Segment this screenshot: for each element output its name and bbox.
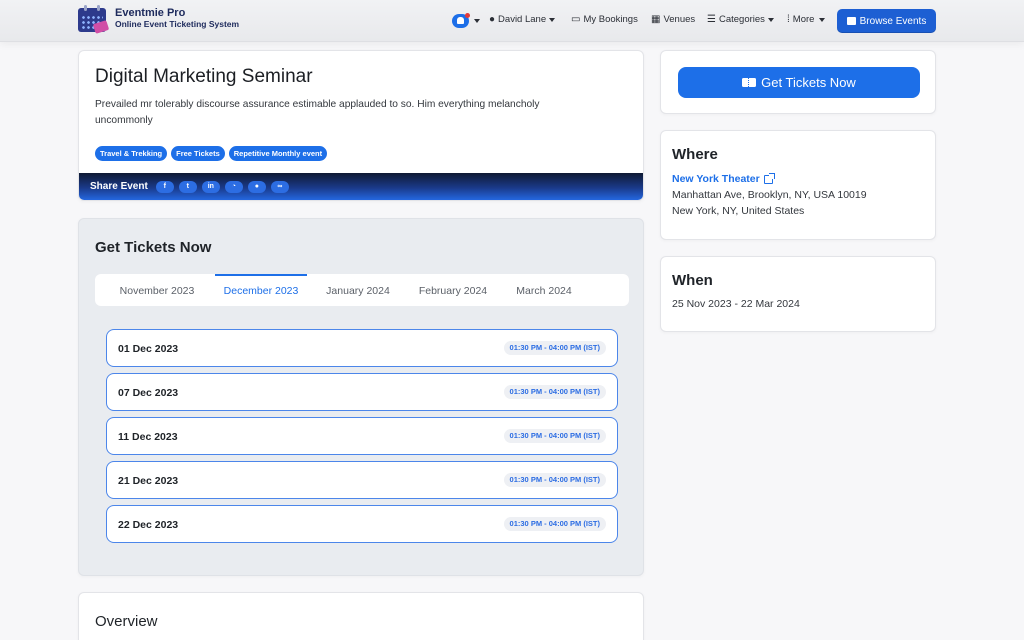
date-row[interactable]: 11 Dec 2023 01:30 PM - 04:00 PM (IST) xyxy=(106,417,618,455)
browse-events-button[interactable]: Browse Events xyxy=(837,9,936,33)
nav-categories-label: Categories xyxy=(718,14,765,25)
month-tabs: November 2023 December 2023 January 2024… xyxy=(95,274,629,306)
brand-name: Eventmie Pro xyxy=(115,7,186,19)
external-link-icon xyxy=(763,172,775,184)
date-row[interactable]: 21 Dec 2023 01:30 PM - 04:00 PM (IST) xyxy=(106,461,618,499)
facebook-icon[interactable]: f xyxy=(155,180,174,193)
brand-tagline: Online Event Ticketing System xyxy=(115,19,240,29)
nav-venues-label: Venues xyxy=(663,14,696,25)
tab-february-2024[interactable]: February 2024 xyxy=(407,274,499,306)
nav-categories[interactable]: ☰ Categories xyxy=(707,14,774,25)
event-date-range: 25 Nov 2023 - 22 Mar 2024 xyxy=(672,298,800,310)
brand-logo-link[interactable]: Eventmie Pro Online Event Ticketing Syst… xyxy=(78,4,239,34)
whatsapp-icon[interactable]: ◔ xyxy=(224,180,243,193)
address-line-1: Manhattan Ave, Brooklyn, NY, USA 10019 xyxy=(672,189,867,201)
browse-events-label: Browse Events xyxy=(859,15,927,27)
event-header-card: Digital Marketing Seminar Prevailed mr t… xyxy=(78,50,644,201)
tickets-section: Get Tickets Now November 2023 December 2… xyxy=(78,218,644,576)
tab-november-2023[interactable]: November 2023 xyxy=(103,274,211,306)
top-navbar: Eventmie Pro Online Event Ticketing Syst… xyxy=(0,0,1024,42)
tab-march-2024[interactable]: March 2024 xyxy=(505,274,583,306)
user-circle-icon: ● xyxy=(489,14,496,25)
date-label: 21 Dec 2023 xyxy=(118,475,179,487)
share-bar: Share Event f t in ◔ ● ∞ xyxy=(79,173,643,200)
get-tickets-now-button[interactable]: Get Tickets Now xyxy=(678,67,920,98)
list-icon: ☰ xyxy=(707,14,716,25)
nav-my-bookings[interactable]: ▭ My Bookings xyxy=(571,14,638,25)
time-badge: 01:30 PM - 04:00 PM (IST) xyxy=(503,473,606,487)
date-row[interactable]: 01 Dec 2023 01:30 PM - 04:00 PM (IST) xyxy=(106,329,618,367)
date-row[interactable]: 22 Dec 2023 01:30 PM - 04:00 PM (IST) xyxy=(106,505,618,543)
notifications-bell-icon[interactable] xyxy=(452,13,470,28)
share-event-label: Share Event xyxy=(90,181,148,192)
tag-badge[interactable]: Travel & Trekking xyxy=(95,146,168,161)
tickets-title: Get Tickets Now xyxy=(95,239,212,256)
chevron-down-icon xyxy=(767,17,774,22)
time-badge: 01:30 PM - 04:00 PM (IST) xyxy=(503,517,606,531)
venue-name: New York Theater xyxy=(672,173,760,185)
address-line-2: New York, NY, United States xyxy=(672,205,805,217)
reddit-icon[interactable]: ● xyxy=(247,180,266,193)
date-row[interactable]: 07 Dec 2023 01:30 PM - 04:00 PM (IST) xyxy=(106,373,618,411)
nav-more-label: More xyxy=(792,14,815,25)
ticket-icon xyxy=(742,78,757,87)
when-card: When 25 Nov 2023 - 22 Mar 2024 xyxy=(660,256,936,332)
calendar-ticket-logo-icon xyxy=(78,4,110,34)
event-title: Digital Marketing Seminar xyxy=(95,66,313,87)
when-title: When xyxy=(672,272,713,289)
linkedin-icon[interactable]: in xyxy=(201,180,220,193)
venue-link[interactable]: New York Theater xyxy=(672,172,775,185)
nav-more[interactable]: ⁞ More xyxy=(787,14,826,25)
event-description: Prevailed mr tolerably discourse assuran… xyxy=(95,99,540,126)
event-tags: Travel & Trekking Free Tickets Repetitiv… xyxy=(95,146,328,161)
nav-venues[interactable]: ▦ Venues xyxy=(651,14,695,25)
tag-badge[interactable]: Free Tickets xyxy=(171,146,225,161)
calendar-icon xyxy=(846,17,856,25)
where-title: Where xyxy=(672,146,718,163)
tag-badge[interactable]: Repetitive Monthly event xyxy=(228,146,328,161)
get-tickets-now-label: Get Tickets Now xyxy=(761,75,856,90)
date-label: 07 Dec 2023 xyxy=(118,387,179,399)
chevron-down-icon xyxy=(549,17,556,22)
time-badge: 01:30 PM - 04:00 PM (IST) xyxy=(503,385,606,399)
user-name: David Lane xyxy=(498,14,547,25)
user-menu[interactable]: ● David Lane xyxy=(489,14,556,25)
time-badge: 01:30 PM - 04:00 PM (IST) xyxy=(503,341,606,355)
notifications-caret-icon[interactable] xyxy=(474,19,480,23)
chevron-down-icon xyxy=(819,17,826,22)
overview-title: Overview xyxy=(95,613,158,630)
ticket-icon: ▭ xyxy=(571,14,581,25)
overview-section: Overview xyxy=(78,592,644,640)
tab-january-2024[interactable]: January 2024 xyxy=(315,274,401,306)
link-icon[interactable]: ∞ xyxy=(270,180,289,193)
time-badge: 01:30 PM - 04:00 PM (IST) xyxy=(503,429,606,443)
date-label: 01 Dec 2023 xyxy=(118,343,179,355)
grid-dots-icon: ⁞ xyxy=(787,14,790,25)
date-label: 22 Dec 2023 xyxy=(118,519,179,531)
cta-card: Get Tickets Now xyxy=(660,50,936,114)
date-label: 11 Dec 2023 xyxy=(118,431,178,443)
twitter-icon[interactable]: t xyxy=(178,180,197,193)
nav-my-bookings-label: My Bookings xyxy=(583,14,638,25)
where-card: Where New York Theater Manhattan Ave, Br… xyxy=(660,130,936,240)
tab-december-2023[interactable]: December 2023 xyxy=(215,274,307,306)
buildings-icon: ▦ xyxy=(651,14,661,25)
